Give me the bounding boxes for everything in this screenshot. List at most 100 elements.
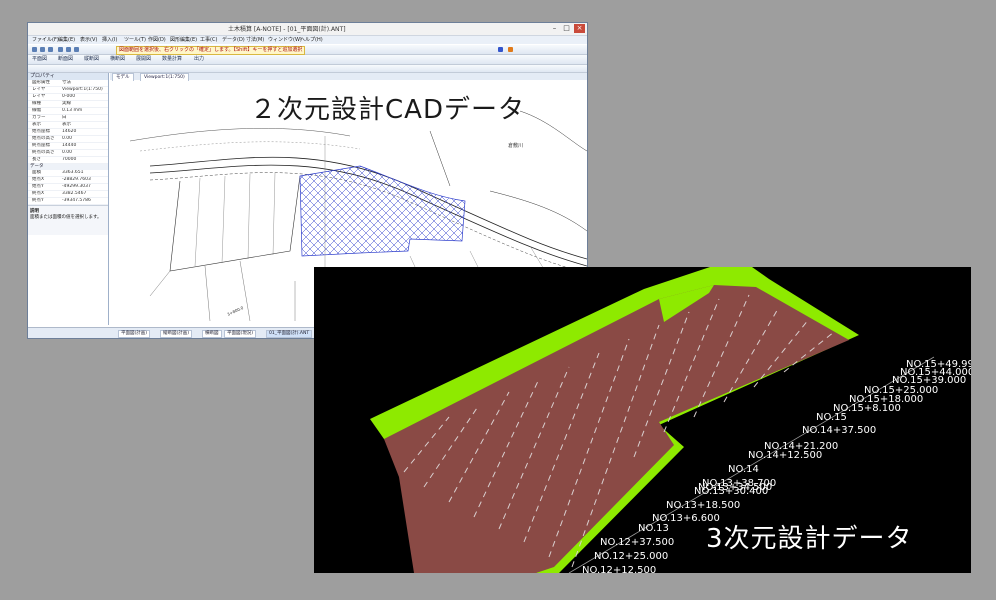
drawing-tabs: モデル Viewport:1(1:750) [110, 73, 587, 82]
panel-row-key: レイヤ [32, 87, 46, 92]
panel-rows: 図形属性 寸法 レイヤ Viewport:1(1:750) レイヤ 0-000 線種 実線 線幅… [28, 80, 108, 164]
panel-row[interactable]: 始点座標 14620 [28, 129, 108, 136]
panel-data-key: 面積 [32, 170, 41, 175]
panel-row-value: 寸法 [62, 80, 71, 85]
panel-data-key: 終点Y [32, 198, 44, 203]
panel-row-key: 長さ [32, 157, 41, 162]
panel-row-key: 線幅 [32, 108, 41, 113]
panel-data-key: 始点X [32, 177, 45, 182]
toolbar-warning: 図面範囲を選択後、右クリックの「確定」します。【Shift】キーを押すと追加選択 [116, 46, 306, 55]
menu-item-dim[interactable]: 寸法(M) [246, 36, 264, 44]
panel-row-value: 14620 [62, 129, 77, 134]
panel-data-row[interactable]: 始点Y -49299.3037 [28, 184, 108, 191]
station-label-13: NO.13+30.400 [694, 486, 768, 497]
panel-row[interactable]: レイヤ 0-000 [28, 94, 108, 101]
panel-note-text: 面積または面積の値を選択します。 [30, 215, 102, 220]
panel-row[interactable]: 始点の高さ 0.00 [28, 136, 108, 143]
river-label: 倉敷川 [508, 142, 523, 149]
panel-data-value: -49299.3037 [62, 184, 91, 189]
panel-row-value: 0.00 [62, 150, 73, 155]
property-panel: プロパティ 図形属性 寸法 レイヤ Viewport:1(1:750) レイヤ 0-000… [28, 73, 109, 325]
save-icon[interactable] [48, 47, 53, 52]
3d-data-label: 3次元設計データ [706, 524, 913, 554]
panel-row-key: 終点座標 [32, 143, 50, 148]
color-icon[interactable] [498, 47, 503, 52]
station-label-10: NO.14 [728, 464, 759, 475]
panel-row-value: Viewport:1(1:750) [62, 87, 103, 92]
station-label-16: NO.13 [638, 523, 669, 534]
panel-row[interactable]: 終点の高さ 0.00 [28, 150, 108, 157]
menu-item-file[interactable]: ファイル(F) [32, 36, 59, 44]
menu-bar: ファイル(F) 編集(E) 表示(V) 挿入(I) ツール(T) 作図(D) 図… [28, 36, 587, 44]
panel-row[interactable]: 表示 表示 [28, 122, 108, 129]
minimize-button[interactable]: – [549, 24, 560, 33]
panel-row[interactable]: カラー 白 [28, 115, 108, 122]
sheet-tab-1[interactable]: 平面図(計画) [118, 330, 151, 338]
panel-row-key: カラー [32, 115, 46, 120]
station-label: 3+800.0 [226, 305, 244, 317]
sheet-tab-2[interactable]: 縦断図(計画) [160, 330, 193, 338]
sheet-tab-4[interactable]: 平面図(現況) [224, 330, 257, 338]
panel-title: プロパティ [28, 73, 108, 80]
panel-row-value: 14440 [62, 143, 77, 148]
panel-row-value: 70000 [62, 157, 77, 162]
toolbar-plan[interactable]: 平面図 [32, 55, 47, 64]
menu-item-work[interactable]: 工事(C) [200, 36, 217, 44]
panel-data-row[interactable]: 終点X 3382.5467 [28, 191, 108, 198]
toolbar-develop[interactable]: 展開図 [136, 55, 151, 64]
new-icon[interactable] [32, 47, 37, 52]
undo-icon[interactable] [66, 47, 71, 52]
sheet-tab-5[interactable]: 01_平面図(計).ANT [266, 330, 313, 338]
toolbar-profile[interactable]: 縦断図 [84, 55, 99, 64]
station-label-18: NO.12+25.000 [594, 551, 668, 562]
toolbar-output[interactable]: 出力 [194, 55, 204, 64]
panel-data-value: 3363.651 [62, 170, 84, 175]
panel-row-key: 図形属性 [32, 80, 50, 85]
title-bar: 土木積算 [A-NOTE] - [01_平面図(計).ANT] – □ × [28, 23, 587, 36]
maximize-button[interactable]: □ [561, 24, 572, 33]
print-icon[interactable] [58, 47, 63, 52]
toolbar-cross[interactable]: 横断図 [110, 55, 125, 64]
panel-data-value: 3382.5467 [62, 191, 87, 196]
panel-row[interactable]: 線幅 0.13 mm [28, 108, 108, 115]
layer-icon[interactable] [508, 47, 513, 52]
panel-row[interactable]: レイヤ Viewport:1(1:750) [28, 87, 108, 94]
menu-item-data[interactable]: データ(D) [222, 36, 245, 44]
menu-item-tool[interactable]: ツール(T) [124, 36, 146, 44]
panel-data-row[interactable]: 終点Y -39347.5786 [28, 198, 108, 205]
toolbar-1: 図面範囲を選択後、右クリックの「確定」します。【Shift】キーを押すと追加選択 [28, 45, 587, 55]
cad-data-label: ２次元設計CADデータ [250, 95, 525, 125]
toolbar-2: 平面図 断面図 縦断図 横断図 展開図 数量計算 出力 [28, 55, 587, 65]
redo-icon[interactable] [74, 47, 79, 52]
menu-item-draw[interactable]: 作図(D) [148, 36, 166, 44]
menu-item-view[interactable]: 表示(V) [80, 36, 97, 44]
panel-row-value: 0.00 [62, 136, 73, 141]
panel-row-value: 0.13 mm [62, 108, 83, 113]
3d-view: NO.15+49.99 NO.15+44.000 NO.15+39.000 NO… [314, 267, 971, 573]
panel-row[interactable]: 長さ 70000 [28, 157, 108, 164]
station-label-17: NO.12+37.500 [600, 537, 674, 548]
panel-data-row[interactable]: 面積 3363.651 [28, 170, 108, 177]
panel-row-key: 始点の高さ [32, 136, 55, 141]
open-icon[interactable] [40, 47, 45, 52]
toolbar-quantity[interactable]: 数量計算 [162, 55, 182, 64]
sheet-tab-3[interactable]: 横断図 [202, 330, 222, 338]
menu-item-window[interactable]: ウィンドウ(W) [268, 36, 302, 44]
toolbar-section[interactable]: 断面図 [58, 55, 73, 64]
panel-data-row[interactable]: 始点X -28829.7603 [28, 177, 108, 184]
station-label-14: NO.13+18.500 [666, 500, 740, 511]
menu-item-help[interactable]: ヘルプ(H) [300, 36, 323, 44]
panel-data-value: -28829.7603 [62, 177, 91, 182]
station-label-9: NO.14+12.500 [748, 450, 822, 461]
close-button[interactable]: × [574, 24, 585, 33]
menu-item-insert[interactable]: 挿入(I) [102, 36, 117, 44]
menu-item-shape[interactable]: 図形編集(E) [170, 36, 197, 44]
panel-row-value: 0-000 [62, 94, 76, 99]
station-label-6: NO.15 [816, 412, 847, 423]
panel-data: 面積 3363.651 始点X -28829.7603 始点Y -49299.3037 終点… [28, 170, 108, 205]
panel-data-key: 終点X [32, 191, 45, 196]
panel-row[interactable]: 図形属性 寸法 [28, 80, 108, 87]
menu-item-edit[interactable]: 編集(E) [58, 36, 75, 44]
panel-row[interactable]: 終点座標 14440 [28, 143, 108, 150]
panel-row[interactable]: 線種 実線 [28, 101, 108, 108]
